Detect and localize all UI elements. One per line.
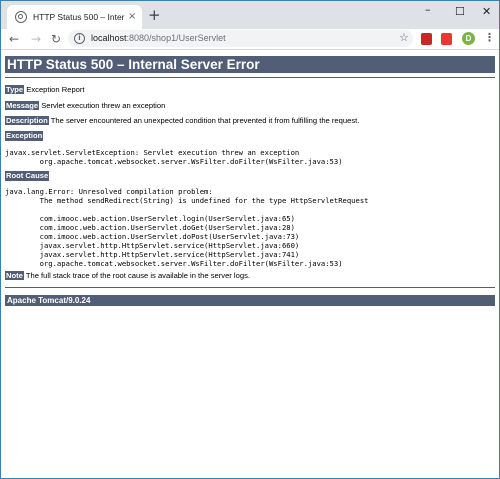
root-cause-trace: java.lang.Error: Unresolved compilation … <box>5 187 369 268</box>
tab-title: HTTP Status 500 – Internal Server Error <box>33 12 125 22</box>
note-row: Note The full stack trace of the root ca… <box>5 271 250 281</box>
description-row: Description The server encountered an un… <box>5 116 359 126</box>
tab-close-icon[interactable]: × <box>128 12 136 22</box>
browser-window: HTTP Status 500 – Internal Server Error … <box>0 0 500 479</box>
divider <box>5 77 495 78</box>
type-row: Type Exception Report <box>5 85 85 95</box>
bookmark-star-icon[interactable]: ☆ <box>399 31 409 45</box>
description-label: Description <box>5 116 49 125</box>
message-label: Message <box>5 101 40 110</box>
info-icon[interactable]: i <box>74 33 85 44</box>
note-label: Note <box>5 271 24 280</box>
description-value: The server encountered an unexpected con… <box>48 116 360 125</box>
pdf-extension-icon[interactable] <box>421 33 432 45</box>
title-bar: HTTP Status 500 – Internal Server Error … <box>1 1 499 29</box>
profile-avatar[interactable]: D <box>462 32 475 45</box>
tab-active[interactable]: HTTP Status 500 – Internal Server Error … <box>7 5 142 29</box>
root-cause-heading: Root Cause <box>5 171 50 181</box>
server-footer: Apache Tomcat/9.0.24 <box>5 295 495 306</box>
browser-toolbar: ← → ↻ i localhost:8080/shop1/UserServlet… <box>1 29 499 50</box>
exception-heading: Exception <box>5 131 44 141</box>
maximize-button[interactable]: ☐ <box>455 4 465 20</box>
type-label: Type <box>5 85 25 94</box>
back-button[interactable]: ← <box>9 30 19 48</box>
address-bar[interactable]: i localhost:8080/shop1/UserServlet ☆ <box>68 30 413 47</box>
page-title: HTTP Status 500 – Internal Server Error <box>5 56 495 73</box>
acrobat-extension-icon[interactable] <box>441 33 452 45</box>
reload-button[interactable]: ↻ <box>51 30 61 48</box>
new-tab-button[interactable]: + <box>148 8 161 23</box>
forward-button[interactable]: → <box>31 30 41 48</box>
exception-trace: javax.servlet.ServletException: Servlet … <box>5 148 343 166</box>
page-content: HTTP Status 500 – Internal Server Error … <box>1 50 499 478</box>
url-path: :8080/shop1/UserServlet <box>126 33 226 43</box>
minimize-button[interactable]: – <box>425 2 431 18</box>
type-value: Exception Report <box>24 85 85 94</box>
menu-icon[interactable]: ⋮ <box>484 31 495 45</box>
divider <box>5 287 495 288</box>
close-window-button[interactable]: ✕ <box>482 4 491 20</box>
message-value: Servlet execution threw an exception <box>39 101 166 110</box>
url-text[interactable]: localhost:8080/shop1/UserServlet <box>91 33 226 44</box>
url-host: localhost <box>91 33 127 43</box>
globe-icon <box>15 11 27 23</box>
note-value: The full stack trace of the root cause i… <box>23 271 250 280</box>
message-row: Message Servlet execution threw an excep… <box>5 101 165 111</box>
